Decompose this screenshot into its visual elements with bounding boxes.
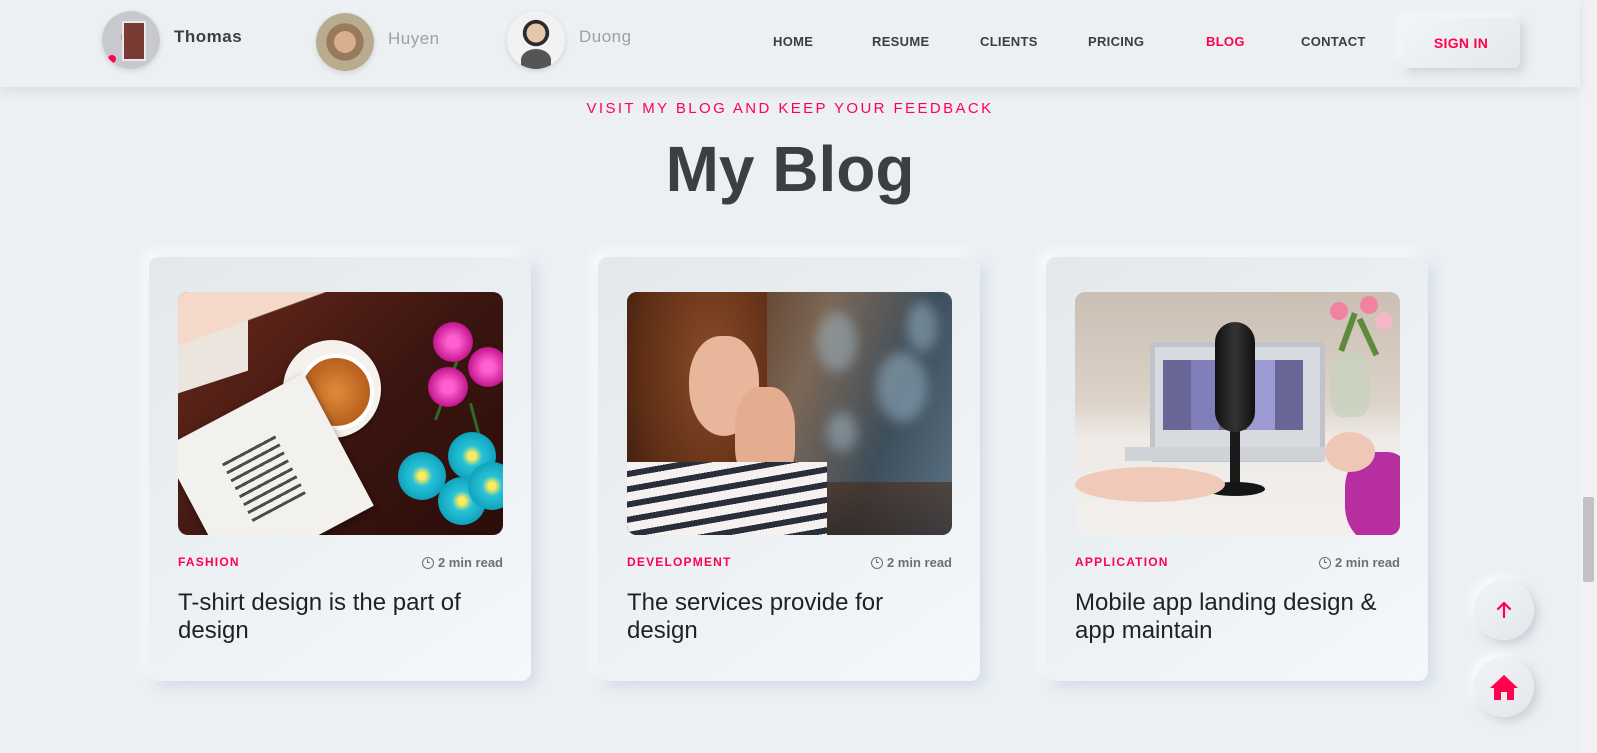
nav-home[interactable]: HOME <box>773 34 813 49</box>
section-title: My Blog <box>665 133 915 205</box>
home-icon <box>1490 675 1518 700</box>
clock-icon <box>870 556 883 569</box>
nav-pricing[interactable]: PRICING <box>1088 34 1144 49</box>
tea-book-flowers-photo[interactable] <box>178 292 503 535</box>
user-name: Duong <box>579 27 632 46</box>
avatar <box>102 11 160 69</box>
blog-card[interactable]: FASHION 2 min read T-shirt design is the… <box>149 257 531 681</box>
read-time-label: 2 min read <box>886 555 952 570</box>
post-category[interactable]: APPLICATION <box>1075 555 1169 569</box>
nav-contact[interactable]: CONTACT <box>1301 34 1366 49</box>
site-header: Thomas Huyen Duong HOME RESUME CLIENTS P… <box>0 0 1580 87</box>
arrow-up-icon <box>1496 601 1512 619</box>
clock-icon <box>1318 556 1331 569</box>
user-switch-huyen[interactable]: Huyen <box>316 13 440 71</box>
read-time: 2 min read <box>421 555 503 570</box>
nav-clients[interactable]: CLIENTS <box>980 34 1038 49</box>
praying-woman-photo[interactable] <box>627 292 952 535</box>
read-time: 2 min read <box>1318 555 1400 570</box>
read-time: 2 min read <box>870 555 952 570</box>
podcast-microphone-photo[interactable] <box>1075 292 1400 535</box>
post-title[interactable]: Mobile app landing design & app maintain <box>1075 589 1405 645</box>
post-title[interactable]: T-shirt design is the part of design <box>178 589 508 645</box>
section-subtitle: VISIT MY BLOG AND KEEP YOUR FEEDBACK <box>586 100 994 117</box>
user-switch-thomas[interactable]: Thomas <box>102 11 242 69</box>
read-time-label: 2 min read <box>437 555 503 570</box>
user-name: Huyen <box>388 29 440 48</box>
read-time-label: 2 min read <box>1334 555 1400 570</box>
scrollbar-thumb[interactable] <box>1583 497 1594 582</box>
post-category[interactable]: DEVELOPMENT <box>627 555 732 569</box>
avatar <box>507 11 565 69</box>
clock-icon <box>421 556 434 569</box>
post-title[interactable]: The services provide for design <box>627 589 957 645</box>
nav-resume[interactable]: RESUME <box>872 34 929 49</box>
post-category[interactable]: FASHION <box>178 555 240 569</box>
blog-card[interactable]: DEVELOPMENT 2 min read The services prov… <box>598 257 980 681</box>
home-button[interactable] <box>1474 657 1534 717</box>
nav-blog[interactable]: BLOG <box>1206 34 1245 49</box>
blog-card[interactable]: APPLICATION 2 min read Mobile app landin… <box>1046 257 1428 681</box>
scroll-to-top-button[interactable] <box>1474 580 1534 640</box>
user-name: Thomas <box>174 27 243 46</box>
page-scrollbar[interactable] <box>1580 0 1597 753</box>
sign-in-button[interactable]: SIGN IN <box>1402 18 1520 68</box>
avatar <box>316 13 374 71</box>
user-switch-duong[interactable]: Duong <box>507 11 632 69</box>
